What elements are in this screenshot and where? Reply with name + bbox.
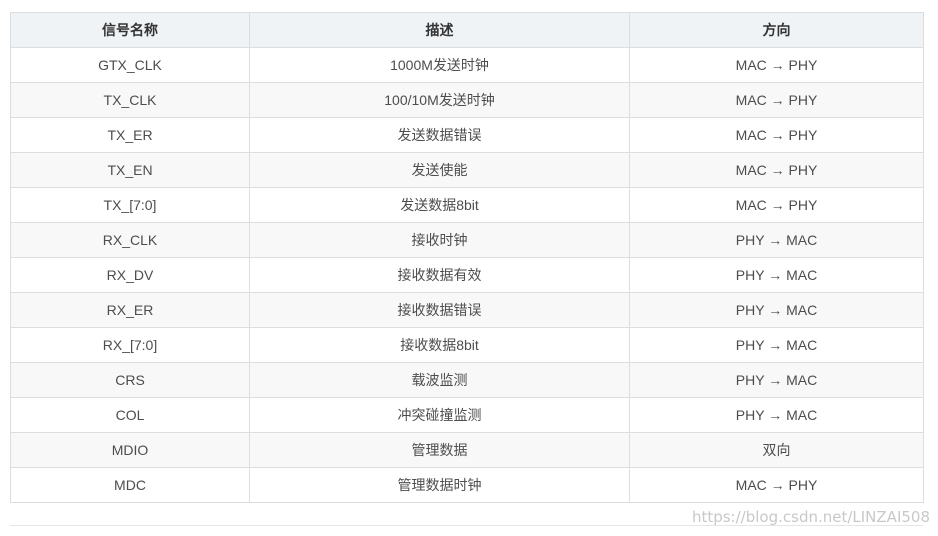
table-row: TX_[7:0] 发送数据8bit MAC → PHY [10, 187, 924, 223]
cell-direction: PHY → MAC [629, 222, 924, 258]
cell-description: 发送数据错误 [249, 117, 630, 153]
table-row: GTX_CLK 1000M发送时钟 MAC → PHY [10, 47, 924, 83]
table-row: TX_EN 发送使能 MAC → PHY [10, 152, 924, 188]
cell-signal-name: RX_ER [10, 292, 250, 328]
cell-signal-name: RX_DV [10, 257, 250, 293]
table-row: MDIO 管理数据 双向 [10, 432, 924, 468]
header-signal-name: 信号名称 [10, 12, 250, 48]
cell-signal-name: GTX_CLK [10, 47, 250, 83]
cell-description: 接收数据有效 [249, 257, 630, 293]
cell-direction: MAC → PHY [629, 187, 924, 223]
cell-direction: PHY → MAC [629, 327, 924, 363]
cell-description: 管理数据时钟 [249, 467, 630, 503]
cell-description: 发送使能 [249, 152, 630, 188]
cell-direction: MAC → PHY [629, 152, 924, 188]
cell-description: 载波监测 [249, 362, 630, 398]
cell-direction: PHY → MAC [629, 362, 924, 398]
cell-direction: MAC → PHY [629, 467, 924, 503]
table-row: MDC 管理数据时钟 MAC → PHY [10, 467, 924, 503]
cell-description: 发送数据8bit [249, 187, 630, 223]
table-row: RX_DV 接收数据有效 PHY → MAC [10, 257, 924, 293]
signal-table: 信号名称 描述 方向 GTX_CLK 1000M发送时钟 MAC → PHY T… [10, 12, 924, 503]
cell-direction: 双向 [629, 432, 924, 468]
cell-description: 1000M发送时钟 [249, 47, 630, 83]
table-row: RX_ER 接收数据错误 PHY → MAC [10, 292, 924, 328]
cell-signal-name: TX_CLK [10, 82, 250, 118]
cell-signal-name: TX_EN [10, 152, 250, 188]
cell-signal-name: TX_[7:0] [10, 187, 250, 223]
cell-direction: PHY → MAC [629, 397, 924, 433]
cell-signal-name: MDIO [10, 432, 250, 468]
cell-description: 100/10M发送时钟 [249, 82, 630, 118]
cell-direction: PHY → MAC [629, 292, 924, 328]
watermark: https://blog.csdn.net/LINZAI508 [691, 508, 930, 526]
cell-direction: PHY → MAC [629, 257, 924, 293]
header-description: 描述 [249, 12, 630, 48]
cell-direction: MAC → PHY [629, 47, 924, 83]
table-row: RX_[7:0] 接收数据8bit PHY → MAC [10, 327, 924, 363]
cell-direction: MAC → PHY [629, 82, 924, 118]
cell-direction: MAC → PHY [629, 117, 924, 153]
cell-signal-name: COL [10, 397, 250, 433]
header-direction: 方向 [629, 12, 924, 48]
table-row: COL 冲突碰撞监测 PHY → MAC [10, 397, 924, 433]
page: 信号名称 描述 方向 GTX_CLK 1000M发送时钟 MAC → PHY T… [0, 0, 938, 536]
cell-signal-name: RX_[7:0] [10, 327, 250, 363]
cell-description: 管理数据 [249, 432, 630, 468]
cell-signal-name: RX_CLK [10, 222, 250, 258]
table-row: TX_ER 发送数据错误 MAC → PHY [10, 117, 924, 153]
cell-signal-name: MDC [10, 467, 250, 503]
cell-description: 接收时钟 [249, 222, 630, 258]
cell-signal-name: TX_ER [10, 117, 250, 153]
table-row: TX_CLK 100/10M发送时钟 MAC → PHY [10, 82, 924, 118]
cell-description: 冲突碰撞监测 [249, 397, 630, 433]
cell-signal-name: CRS [10, 362, 250, 398]
cell-description: 接收数据8bit [249, 327, 630, 363]
table-header-row: 信号名称 描述 方向 [10, 12, 924, 48]
table-row: RX_CLK 接收时钟 PHY → MAC [10, 222, 924, 258]
table-row: CRS 载波监测 PHY → MAC [10, 362, 924, 398]
cell-description: 接收数据错误 [249, 292, 630, 328]
